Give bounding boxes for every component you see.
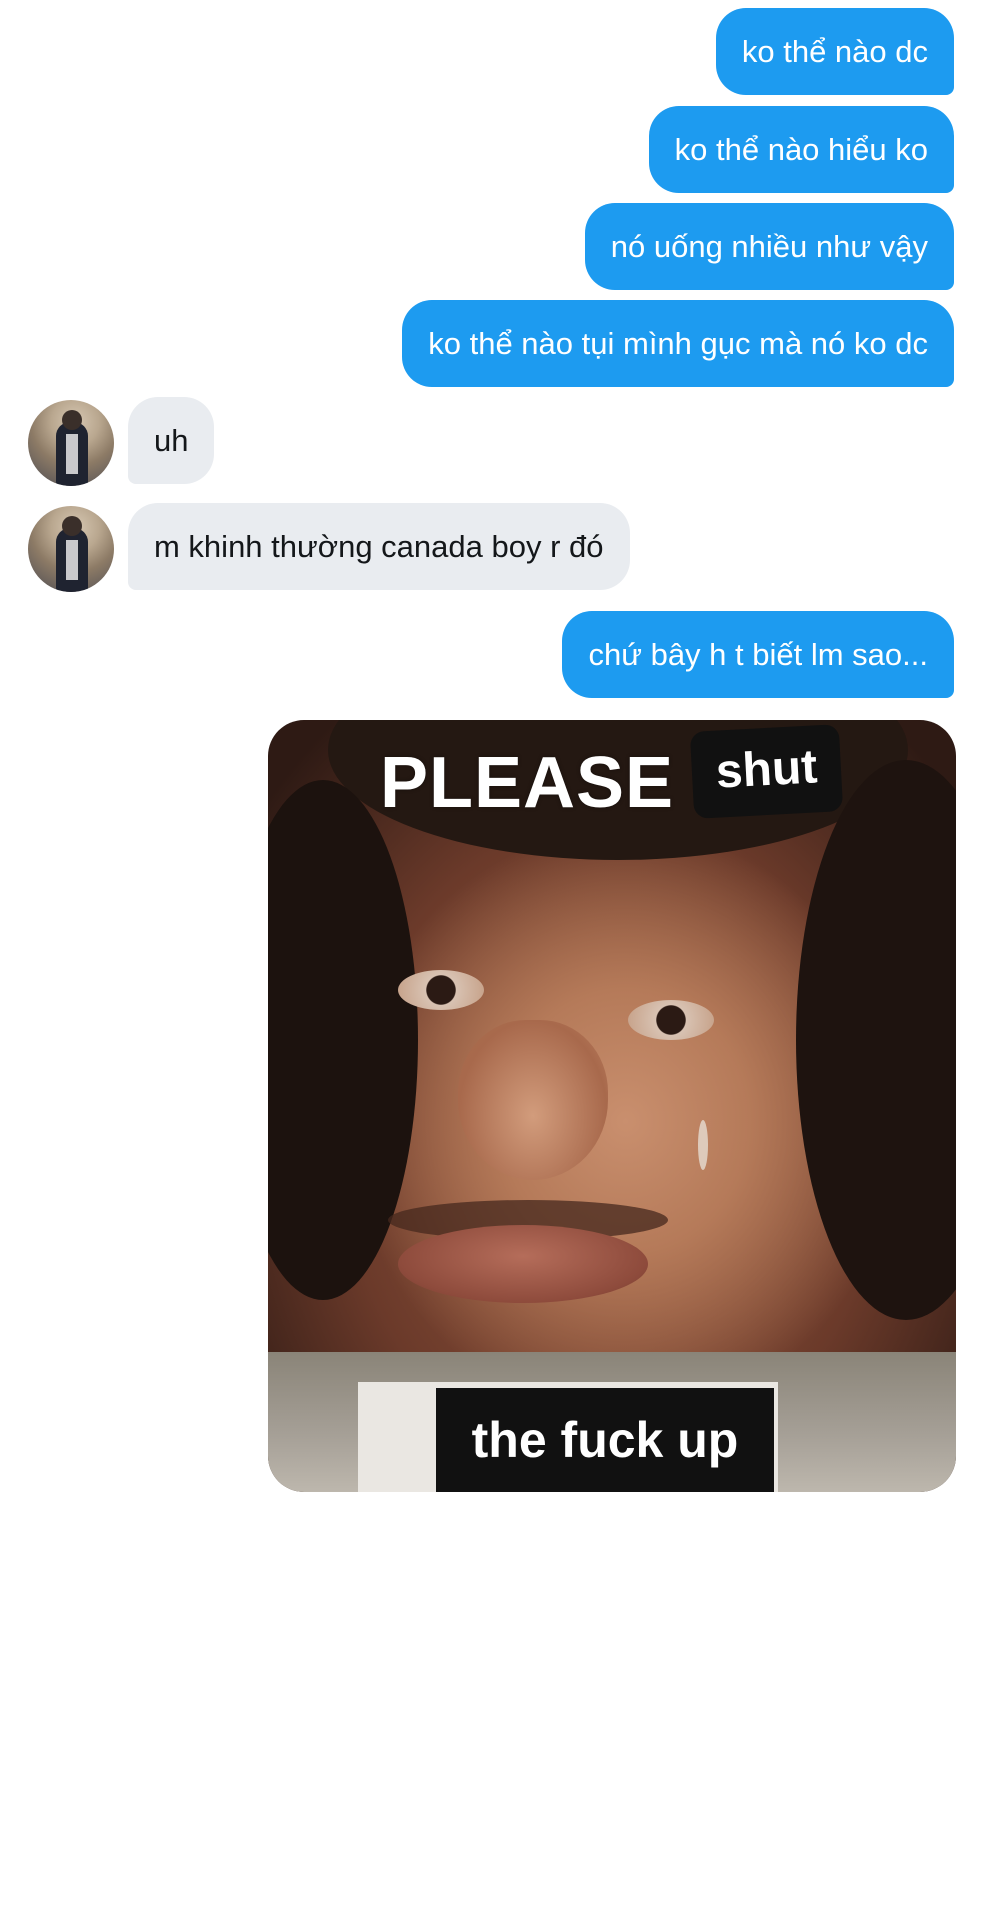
conversation-thread: ko thể nào dc ko thể nào hiểu ko nó uống… — [0, 0, 981, 1920]
meme-face-eye — [398, 970, 484, 1010]
meme-hair — [796, 760, 956, 1320]
avatar-head — [62, 410, 82, 430]
avatar[interactable] — [28, 506, 114, 592]
meme-image[interactable]: PLEASE shut the fuck up — [268, 720, 956, 1492]
message-bubble-outgoing[interactable]: nó uống nhiều như vậy — [584, 203, 954, 290]
avatar-shirt — [66, 540, 78, 580]
avatar-shirt — [66, 434, 78, 474]
meme-caption-top-box: shut — [689, 724, 844, 819]
meme-tear — [698, 1120, 708, 1170]
avatar-head — [62, 516, 82, 536]
message-bubble-outgoing[interactable]: ko thể nào tụi mình gục mà nó ko dc — [402, 300, 954, 387]
meme-caption-top: PLEASE — [380, 743, 675, 823]
message-bubble-incoming[interactable]: uh — [128, 397, 215, 484]
meme-caption-bottom: the fuck up — [436, 1388, 774, 1492]
message-bubble-outgoing[interactable]: chứ bây h t biết lm sao... — [562, 611, 954, 698]
meme-face-eye — [628, 1000, 714, 1040]
message-bubble-outgoing[interactable]: ko thể nào hiểu ko — [648, 106, 954, 193]
meme-face-nose — [458, 1020, 608, 1180]
message-bubble-incoming[interactable]: m khinh thường canada boy r đó — [128, 503, 630, 590]
message-bubble-outgoing[interactable]: ko thể nào dc — [715, 8, 954, 95]
avatar[interactable] — [28, 400, 114, 486]
meme-face-lips — [398, 1225, 648, 1303]
